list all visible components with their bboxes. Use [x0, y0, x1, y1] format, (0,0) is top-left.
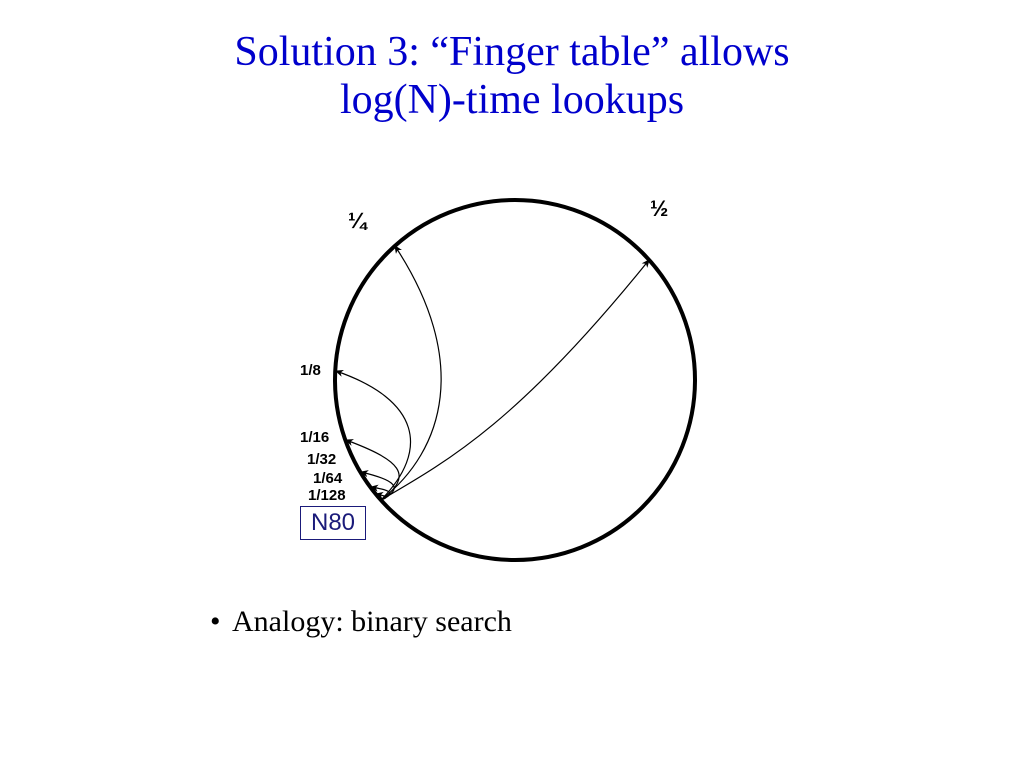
finger-arc-eighth: [336, 371, 411, 500]
finger-table-diagram: ½ ¼ 1/8 1/16 1/32 1/64 1/128 N80: [0, 170, 1024, 590]
label-eighth: 1/8: [300, 362, 321, 379]
label-thirtysecond: 1/32: [307, 451, 336, 468]
title-line-2: log(N)-time lookups: [340, 77, 684, 123]
bullet-analogy: •Analogy: binary search: [210, 605, 512, 639]
bullet-dot-icon: •: [210, 605, 232, 639]
bullet-text: Analogy: binary search: [232, 605, 512, 638]
finger-arc-half: [381, 260, 649, 500]
label-onetwentyeighth: 1/128: [308, 487, 346, 504]
diagram-svg: [0, 170, 1024, 590]
label-quarter: ¼: [348, 208, 366, 234]
slide-title: Solution 3: “Finger table” allows log(N)…: [0, 0, 1024, 135]
label-half: ½: [650, 196, 668, 222]
chord-ring: [335, 200, 695, 560]
label-sixtyfourth: 1/64: [313, 470, 342, 487]
title-line-1: Solution 3: “Finger table” allows: [234, 29, 789, 75]
label-sixteenth: 1/16: [300, 429, 329, 446]
node-n80: N80: [300, 506, 366, 540]
